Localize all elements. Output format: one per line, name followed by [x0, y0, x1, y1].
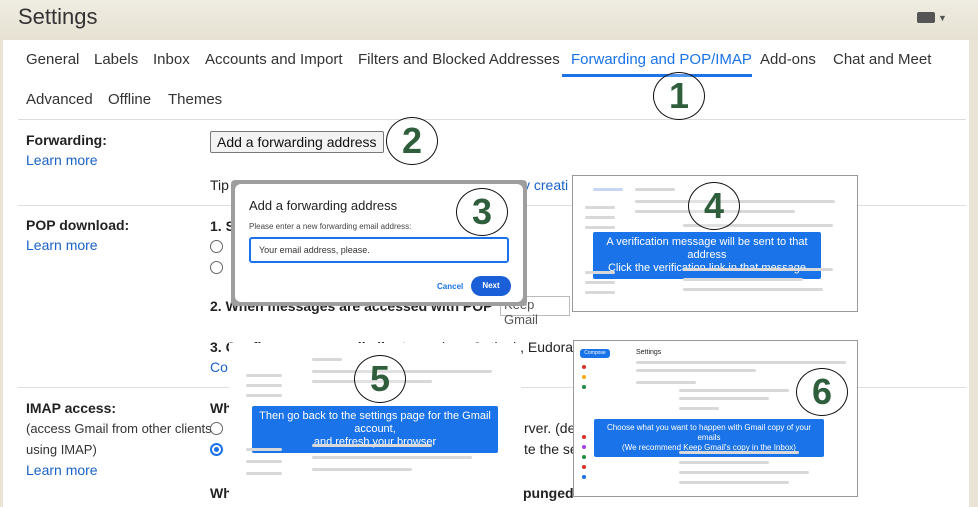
- callout-6: 6: [796, 368, 848, 416]
- imap-option-text-2: te the se: [524, 441, 578, 457]
- screenshot-choose-action: Compose Settings Choose what you want to…: [573, 340, 858, 497]
- tab-offline[interactable]: Offline: [108, 91, 151, 108]
- choose-action-banner-line1: Choose what you want to happen with Gmai…: [606, 423, 812, 442]
- forwarding-learn-more-link[interactable]: Learn more: [26, 152, 98, 168]
- add-forwarding-address-button[interactable]: Add a forwarding address: [210, 131, 384, 153]
- tab-general[interactable]: General: [26, 51, 79, 68]
- page-title: Settings: [18, 4, 98, 29]
- imap-access-label: IMAP access:: [26, 400, 117, 416]
- dialog-subtitle: Please enter a new forwarding email addr…: [249, 222, 412, 231]
- callout-2: 2: [386, 117, 438, 165]
- pop-radio-1[interactable]: [210, 240, 223, 253]
- tab-advanced[interactable]: Advanced: [26, 91, 93, 108]
- verification-banner-line1: A verification message will be sent to t…: [606, 236, 808, 261]
- forwarding-label: Forwarding:: [26, 132, 107, 148]
- tab-filters[interactable]: Filters and Blocked Addresses: [358, 51, 560, 68]
- pop-radio-2[interactable]: [210, 261, 223, 274]
- imap-option-text-1: rver. (de: [524, 420, 576, 436]
- refresh-banner-line2: and refresh your browser: [313, 436, 437, 448]
- callout-5: 5: [354, 355, 406, 403]
- imap-expunged-end: punged: [523, 485, 574, 501]
- tabs-divider: [18, 119, 966, 120]
- active-tab-indicator: [562, 74, 752, 77]
- mini-settings-title: Settings: [636, 349, 662, 356]
- tab-themes[interactable]: Themes: [168, 91, 222, 108]
- tab-inbox[interactable]: Inbox: [153, 51, 190, 68]
- chevron-down-icon[interactable]: ▼: [938, 13, 947, 23]
- verification-banner: A verification message will be sent to t…: [593, 232, 821, 279]
- pop-learn-more-link[interactable]: Learn more: [26, 237, 98, 253]
- dialog-title: Add a forwarding address: [249, 198, 398, 213]
- tab-labels[interactable]: Labels: [94, 51, 138, 68]
- tab-accounts-import[interactable]: Accounts and Import: [205, 51, 343, 68]
- imap-description-2: using IMAP): [26, 442, 97, 457]
- pop-download-label: POP download:: [26, 217, 130, 233]
- imap-description-1: (access Gmail from other clients: [26, 421, 212, 436]
- pop-configuration-link[interactable]: Co: [210, 359, 228, 375]
- imap-radio-2[interactable]: [210, 443, 223, 456]
- forwarding-tip-text: Tip: [210, 177, 229, 193]
- forwarding-tip-link[interactable]: y creati: [523, 177, 568, 193]
- tab-forwarding-pop-imap[interactable]: Forwarding and POP/IMAP: [571, 51, 752, 68]
- callout-1: 1: [653, 72, 705, 120]
- forwarding-email-input[interactable]: Your email address, please.: [249, 237, 509, 263]
- callout-4: 4: [688, 182, 740, 230]
- callout-3: 3: [456, 188, 508, 236]
- dialog-next-button[interactable]: Next: [471, 276, 511, 296]
- tab-chat-meet[interactable]: Chat and Meet: [833, 51, 931, 68]
- tab-add-ons[interactable]: Add-ons: [760, 51, 816, 68]
- imap-radio-1[interactable]: [210, 422, 223, 435]
- compose-button: Compose: [580, 349, 610, 358]
- keyboard-icon[interactable]: [917, 12, 935, 23]
- title-bar: Settings ▼: [0, 0, 978, 40]
- dialog-cancel-button[interactable]: Cancel: [437, 282, 463, 291]
- refresh-banner-line1: Then go back to the settings page for th…: [259, 410, 491, 435]
- imap-learn-more-link[interactable]: Learn more: [26, 462, 98, 478]
